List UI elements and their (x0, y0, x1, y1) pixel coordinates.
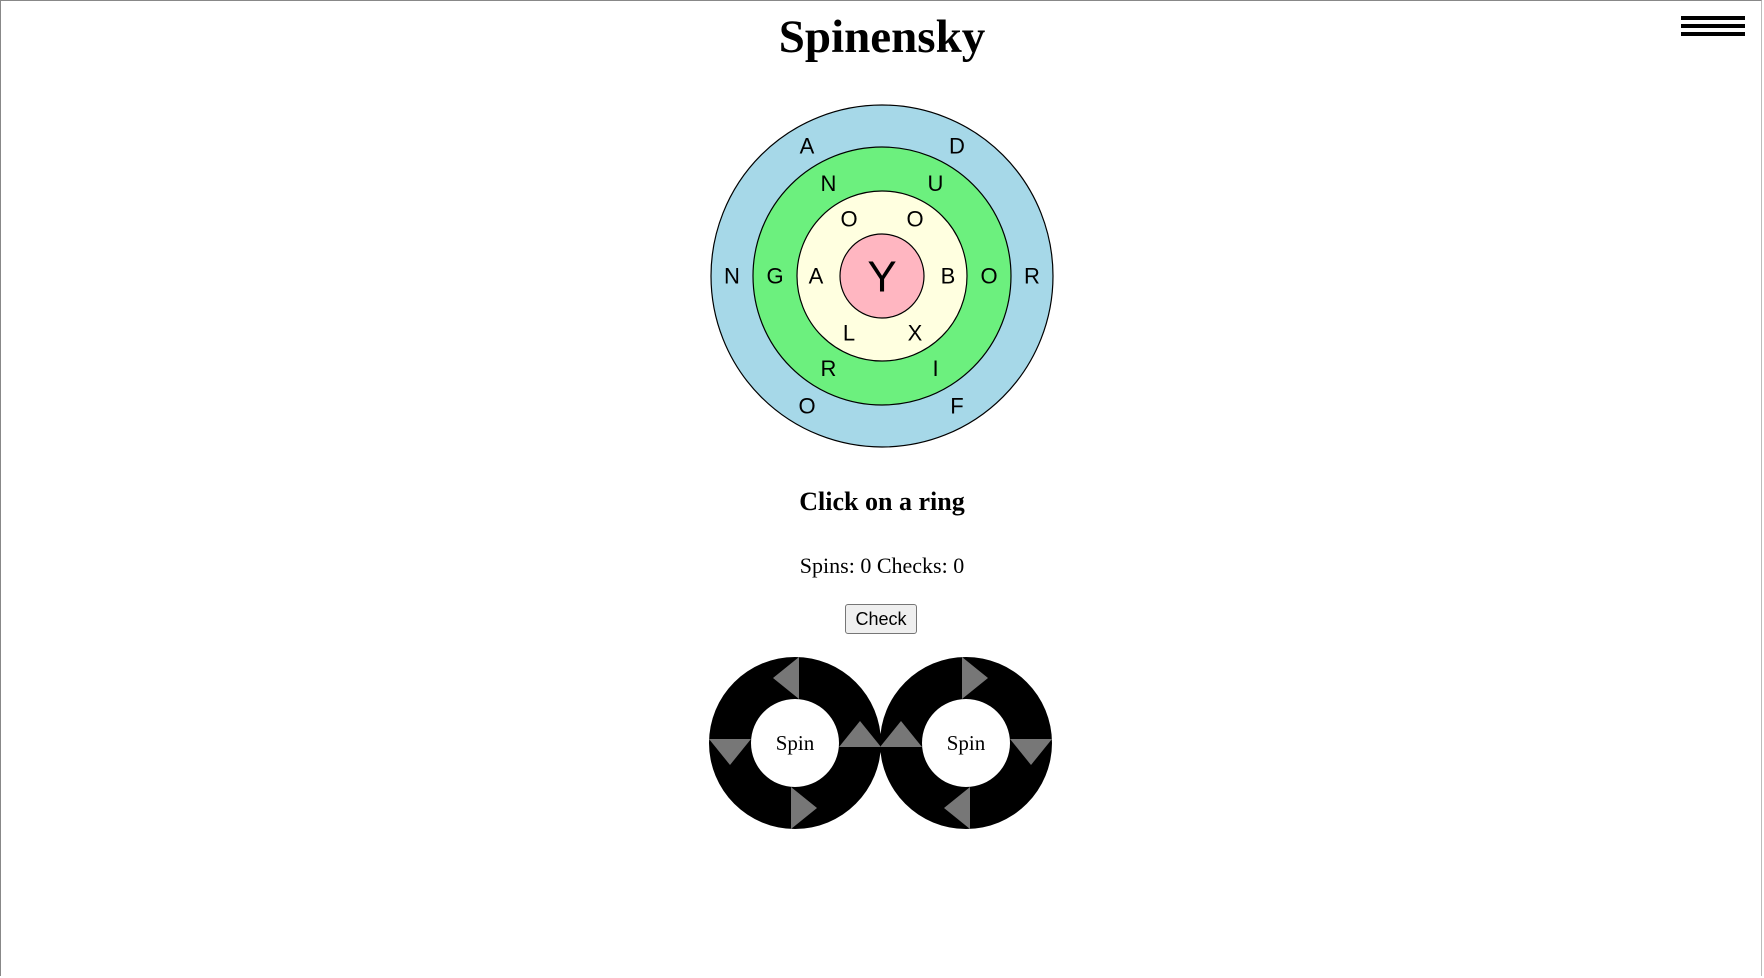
spin-controls: Spin Spin (709, 657, 1052, 829)
ring-outer-letter: R (1024, 264, 1040, 289)
ring-inner-letter: X (908, 321, 923, 346)
ring-outer-letter: A (800, 134, 815, 159)
hamburger-menu-icon[interactable] (1677, 14, 1745, 44)
ring-outer-letter: N (724, 264, 740, 289)
spin-label: Spin (947, 731, 986, 755)
ring-inner-letter: B (941, 264, 956, 289)
spins-count: 0 (860, 553, 872, 578)
ring-outer-letter: F (950, 393, 963, 418)
letter-board: OBXLAOUOIRGNDRFONAY (710, 104, 1054, 448)
checks-label: Checks: (876, 553, 948, 578)
menu-bar (1681, 16, 1745, 20)
ring-outer-letter: O (798, 393, 815, 418)
ring-middle-letter: R (821, 356, 837, 381)
menu-bar (1681, 32, 1745, 36)
ring-middle-letter: O (980, 264, 997, 289)
center-letter: Y (867, 253, 896, 302)
spin-clockwise-button[interactable]: Spin (880, 657, 1052, 829)
ring-inner-letter: L (843, 321, 855, 346)
ring-middle-letter: U (928, 171, 944, 196)
ring-inner-letter: O (906, 206, 923, 231)
spins-label: Spins: (799, 553, 855, 578)
check-button[interactable]: Check (845, 604, 917, 634)
spin-label: Spin (776, 731, 815, 755)
spin-counterclockwise-button[interactable]: Spin (709, 657, 881, 829)
ring-middle-letter: I (932, 356, 938, 381)
instruction-text: Click on a ring (799, 487, 965, 516)
ring-middle-letter: N (821, 171, 837, 196)
score-line: Spins: 0 Checks: 0 (0, 551, 1764, 581)
menu-bar (1681, 24, 1745, 28)
ring-middle-letter: G (766, 264, 783, 289)
checks-count: 0 (953, 553, 965, 578)
ring-inner-letter: O (840, 206, 857, 231)
ring-outer-letter: D (949, 134, 965, 159)
page-title: Spinensky (778, 11, 986, 63)
ring-inner-letter: A (809, 264, 824, 289)
